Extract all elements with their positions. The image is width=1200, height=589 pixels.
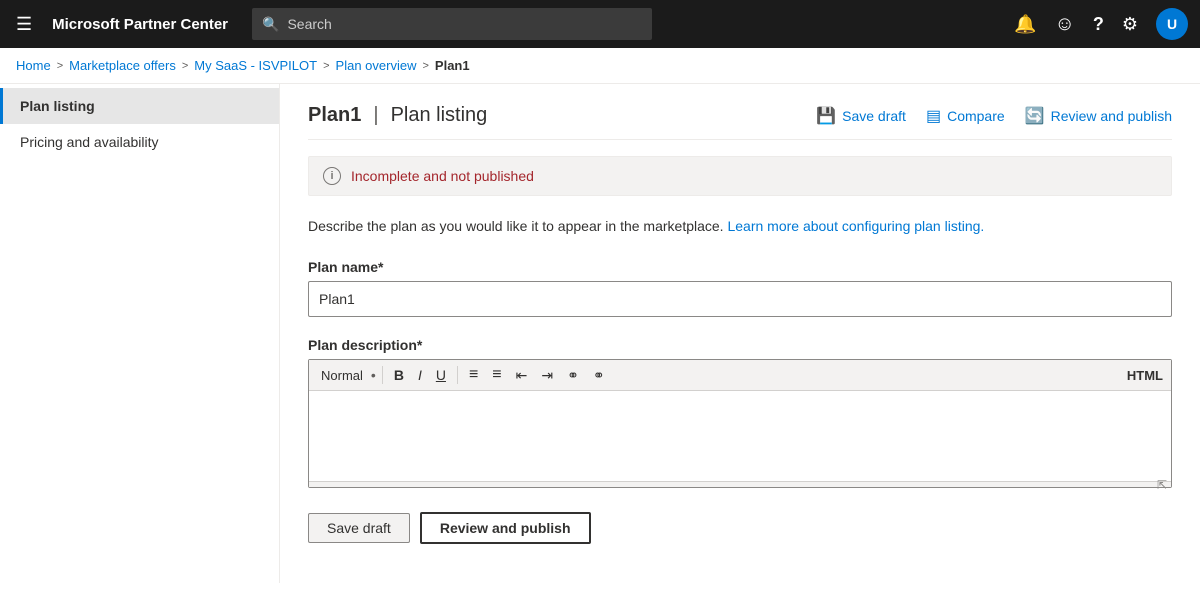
rte-bold-button[interactable]: B bbox=[389, 365, 409, 385]
rte-ol-button[interactable]: ≡ bbox=[464, 364, 483, 386]
header-actions: 💾 Save draft ▤ Compare 🔄 Review and publ… bbox=[816, 106, 1172, 126]
breadcrumb-current: Plan1 bbox=[435, 58, 470, 73]
review-publish-header-label: Review and publish bbox=[1051, 108, 1172, 124]
page-plan-name: Plan1 bbox=[308, 104, 361, 127]
feedback-icon[interactable]: ☺ bbox=[1054, 13, 1074, 36]
rte-indent-right-button[interactable]: ⇥ bbox=[536, 365, 558, 386]
resize-icon: ⇱ bbox=[1157, 478, 1167, 492]
bottom-actions: Save draft Review and publish bbox=[308, 512, 1172, 544]
main-content: Plan1 | Plan listing 💾 Save draft ▤ Comp… bbox=[280, 84, 1200, 583]
breadcrumb-sep-3: > bbox=[323, 60, 329, 72]
page-header: Plan1 | Plan listing 💾 Save draft ▤ Comp… bbox=[308, 104, 1172, 140]
publish-icon: 🔄 bbox=[1025, 106, 1045, 126]
rte-link-button[interactable]: ⚭ bbox=[562, 365, 584, 386]
rte-container: Normal • B I U ≡ ≡ ⇤ ⇥ ⚭ ⚭ HTML ⇱ bbox=[308, 359, 1172, 488]
sidebar-item-pricing[interactable]: Pricing and availability bbox=[0, 124, 279, 160]
save-draft-header-button[interactable]: 💾 Save draft bbox=[816, 106, 906, 126]
settings-icon[interactable]: ⚙ bbox=[1122, 14, 1138, 35]
breadcrumb-sep-2: > bbox=[182, 60, 188, 72]
save-draft-header-label: Save draft bbox=[842, 108, 906, 124]
rte-toolbar: Normal • B I U ≡ ≡ ⇤ ⇥ ⚭ ⚭ HTML bbox=[309, 360, 1171, 391]
rte-body[interactable] bbox=[309, 391, 1171, 481]
description-text: Describe the plan as you would like it t… bbox=[308, 216, 1172, 237]
description-link[interactable]: Learn more about configuring plan listin… bbox=[727, 218, 984, 234]
app-title: Microsoft Partner Center bbox=[52, 16, 228, 33]
rte-format-select[interactable]: Normal bbox=[317, 366, 367, 385]
hamburger-icon[interactable]: ☰ bbox=[12, 10, 36, 39]
rte-format-dot: • bbox=[371, 367, 376, 383]
avatar[interactable]: U bbox=[1156, 8, 1188, 40]
breadcrumb-sep-4: > bbox=[422, 60, 428, 72]
breadcrumb-sep-1: > bbox=[57, 60, 63, 72]
breadcrumb: Home > Marketplace offers > My SaaS - IS… bbox=[0, 48, 1200, 84]
review-publish-header-button[interactable]: 🔄 Review and publish bbox=[1025, 106, 1172, 126]
rte-ul-button[interactable]: ≡ bbox=[487, 364, 506, 386]
info-banner-text: Incomplete and not published bbox=[351, 168, 534, 184]
search-input[interactable] bbox=[287, 16, 642, 32]
search-bar[interactable]: 🔍 bbox=[252, 8, 652, 40]
description-static: Describe the plan as you would like it t… bbox=[308, 218, 724, 234]
plan-name-label: Plan name* bbox=[308, 259, 1172, 275]
topnav: ☰ Microsoft Partner Center 🔍 🔔 ☺ ? ⚙ U bbox=[0, 0, 1200, 48]
compare-icon: ▤ bbox=[926, 106, 941, 126]
notification-icon[interactable]: 🔔 bbox=[1014, 14, 1036, 35]
sidebar-item-plan-listing[interactable]: Plan listing bbox=[0, 88, 279, 124]
sidebar: Plan listing Pricing and availability bbox=[0, 84, 280, 583]
compare-label: Compare bbox=[947, 108, 1005, 124]
review-publish-button[interactable]: Review and publish bbox=[420, 512, 591, 544]
rte-sep-1 bbox=[382, 366, 383, 384]
compare-button[interactable]: ▤ Compare bbox=[926, 106, 1005, 126]
save-icon: 💾 bbox=[816, 106, 836, 126]
plan-description-label: Plan description* bbox=[308, 337, 1172, 353]
rte-resize-handle[interactable]: ⇱ bbox=[309, 481, 1171, 487]
info-icon: i bbox=[323, 167, 341, 185]
breadcrumb-marketplace-offers[interactable]: Marketplace offers bbox=[69, 58, 176, 73]
breadcrumb-saas[interactable]: My SaaS - ISVPILOT bbox=[194, 58, 317, 73]
search-icon: 🔍 bbox=[262, 16, 279, 33]
breadcrumb-home[interactable]: Home bbox=[16, 58, 51, 73]
save-draft-button[interactable]: Save draft bbox=[308, 513, 410, 543]
page-section-title: Plan listing bbox=[391, 104, 488, 127]
rte-underline-button[interactable]: U bbox=[431, 365, 451, 385]
info-banner: i Incomplete and not published bbox=[308, 156, 1172, 196]
topnav-icons: 🔔 ☺ ? ⚙ U bbox=[1014, 8, 1188, 40]
main-layout: Plan listing Pricing and availability Pl… bbox=[0, 84, 1200, 583]
rte-sep-2 bbox=[457, 366, 458, 384]
rte-indent-left-button[interactable]: ⇤ bbox=[511, 365, 533, 386]
rte-unlink-button[interactable]: ⚭ bbox=[588, 365, 610, 386]
page-title-sep: | bbox=[373, 104, 378, 127]
breadcrumb-plan-overview[interactable]: Plan overview bbox=[336, 58, 417, 73]
rte-italic-button[interactable]: I bbox=[413, 365, 427, 385]
rte-html-label: HTML bbox=[1127, 368, 1163, 383]
plan-name-input[interactable] bbox=[308, 281, 1172, 317]
help-icon[interactable]: ? bbox=[1093, 14, 1104, 35]
